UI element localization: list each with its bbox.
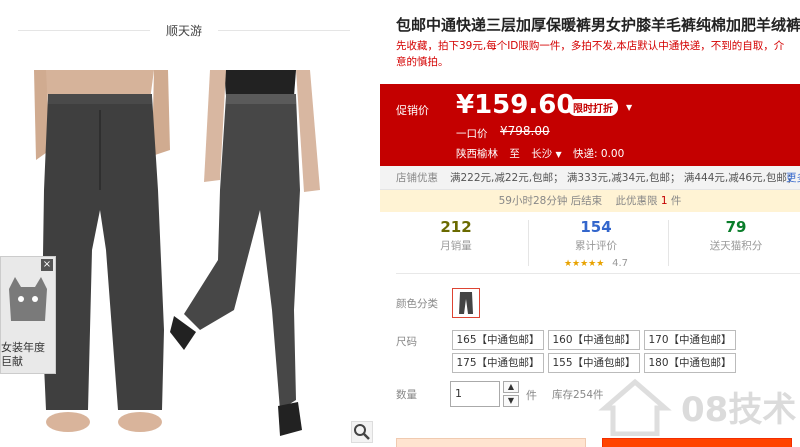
product-title: 包邮中通快递三层加厚保暖裤男女护膝羊毛裤纯棉加肥羊绒裤	[396, 16, 800, 34]
product-page: 顺天游 × 女装年度 巨献 包邮中通快递三层加厚保暖裤男女护膝羊毛裤纯棉加肥羊绒…	[0, 0, 800, 447]
stats-bar: 212 月销量 154 累计评价 ★★★★★ 4.7 79 送天猫积分	[396, 218, 800, 274]
star-rating-icon: ★★★★★	[563, 259, 605, 269]
shipping-row: 陕西榆林 至 长沙 ▼ 快递: 0.00	[456, 146, 624, 161]
stat-value: 212	[440, 218, 472, 236]
countdown-remaining: 59小时28分钟	[498, 195, 568, 207]
limit-text: 此优惠限	[615, 195, 658, 207]
size-option-180[interactable]: 180【中通包邮】	[644, 353, 736, 373]
stat-points: 79 送天猫积分	[676, 218, 796, 253]
stat-divider	[528, 220, 529, 266]
ad-text-line1: 女装年度	[1, 341, 45, 354]
cat-mascot-icon	[9, 277, 47, 321]
size-option-155[interactable]: 155【中通包邮】	[548, 353, 640, 373]
color-option-label: 颜色分类	[396, 298, 438, 310]
original-price-value: ¥798.00	[500, 124, 550, 138]
color-swatch[interactable]	[452, 288, 480, 318]
site-watermark: 08技术	[595, 372, 800, 447]
caret-down-icon[interactable]: ▼	[556, 150, 562, 159]
store-promotions: 店铺优惠 满222元,减22元,包邮； 满333元,减34元,包邮； 满444元…	[380, 166, 800, 190]
rating-score: 4.7	[612, 258, 629, 269]
ship-to-prefix: 至	[509, 148, 520, 160]
ship-from: 陕西榆林	[456, 148, 498, 160]
stat-label: 送天猫积分	[709, 240, 763, 252]
size-option-175[interactable]: 175【中通包邮】	[452, 353, 544, 373]
house-logo-icon	[598, 378, 672, 436]
stat-divider	[668, 220, 669, 266]
shipping-fee: 快递: 0.00	[573, 148, 625, 160]
size-option-170[interactable]: 170【中通包邮】	[644, 330, 736, 350]
product-subtitle: 先收藏，拍下39元,每个ID限购一件，多拍不发,本店默认中通快递，不到的自取，介…	[396, 40, 785, 68]
price-panel: 促销价 ¥159.60 限时打折 ▼ 一口价 ¥798.00 陕西榆林 至 长沙…	[380, 84, 800, 166]
size-option-160[interactable]: 160【中通包邮】	[548, 330, 640, 350]
promo-label: 店铺优惠	[396, 172, 438, 184]
size-option-label: 尺码	[396, 336, 417, 348]
promo-price-value: ¥159.60	[456, 90, 575, 120]
caret-down-icon[interactable]: ▼	[626, 103, 632, 112]
original-price-label: 一口价	[456, 128, 488, 140]
ad-text-line2: 巨献	[1, 355, 23, 368]
stat-reviews[interactable]: 154 累计评价 ★★★★★ 4.7	[536, 218, 656, 269]
ship-to-selector[interactable]: 长沙	[531, 148, 552, 160]
watermark-text: 08技术	[681, 390, 797, 430]
promo-more-link[interactable]: 更多	[786, 166, 800, 189]
stat-label: 累计评价	[575, 240, 617, 252]
pants-thumbnail-icon	[459, 292, 473, 314]
flash-sale-badge[interactable]: 限时打折	[568, 99, 618, 116]
floating-ad[interactable]: × 女装年度 巨献	[0, 256, 56, 374]
brand-name[interactable]: 顺天游	[150, 22, 218, 39]
quantity-input[interactable]: 1	[450, 381, 500, 407]
stat-value: 79	[725, 218, 747, 236]
image-gallery: 顺天游 × 女装年度 巨献	[0, 0, 380, 447]
countdown-ends: 后结束	[570, 195, 603, 207]
limit-count: 1	[660, 195, 668, 207]
chevron-up-icon[interactable]: ▲	[503, 381, 519, 393]
promo-price-label: 促销价	[396, 104, 429, 117]
buy-now-button[interactable]	[396, 438, 586, 447]
promo-text: 满222元,减22元,包邮； 满333元,减34元,包邮； 满444元,减46元…	[450, 172, 798, 184]
size-option-165[interactable]: 165【中通包邮】	[452, 330, 544, 350]
quantity-unit: 件	[526, 389, 537, 402]
magnifier-glyph-icon	[354, 424, 370, 440]
chevron-down-icon[interactable]: ▼	[503, 395, 519, 407]
stat-label: 月销量	[440, 240, 472, 252]
product-photo[interactable]	[34, 70, 374, 447]
magnifier-icon[interactable]	[351, 421, 373, 443]
countdown-row: 59小时28分钟 后结束 此优惠限 1 件	[380, 190, 800, 212]
stat-monthly-sales: 212 月销量	[396, 218, 516, 253]
stat-value: 154	[580, 218, 612, 236]
quantity-label: 数量	[396, 389, 417, 401]
limit-unit: 件	[670, 195, 682, 207]
